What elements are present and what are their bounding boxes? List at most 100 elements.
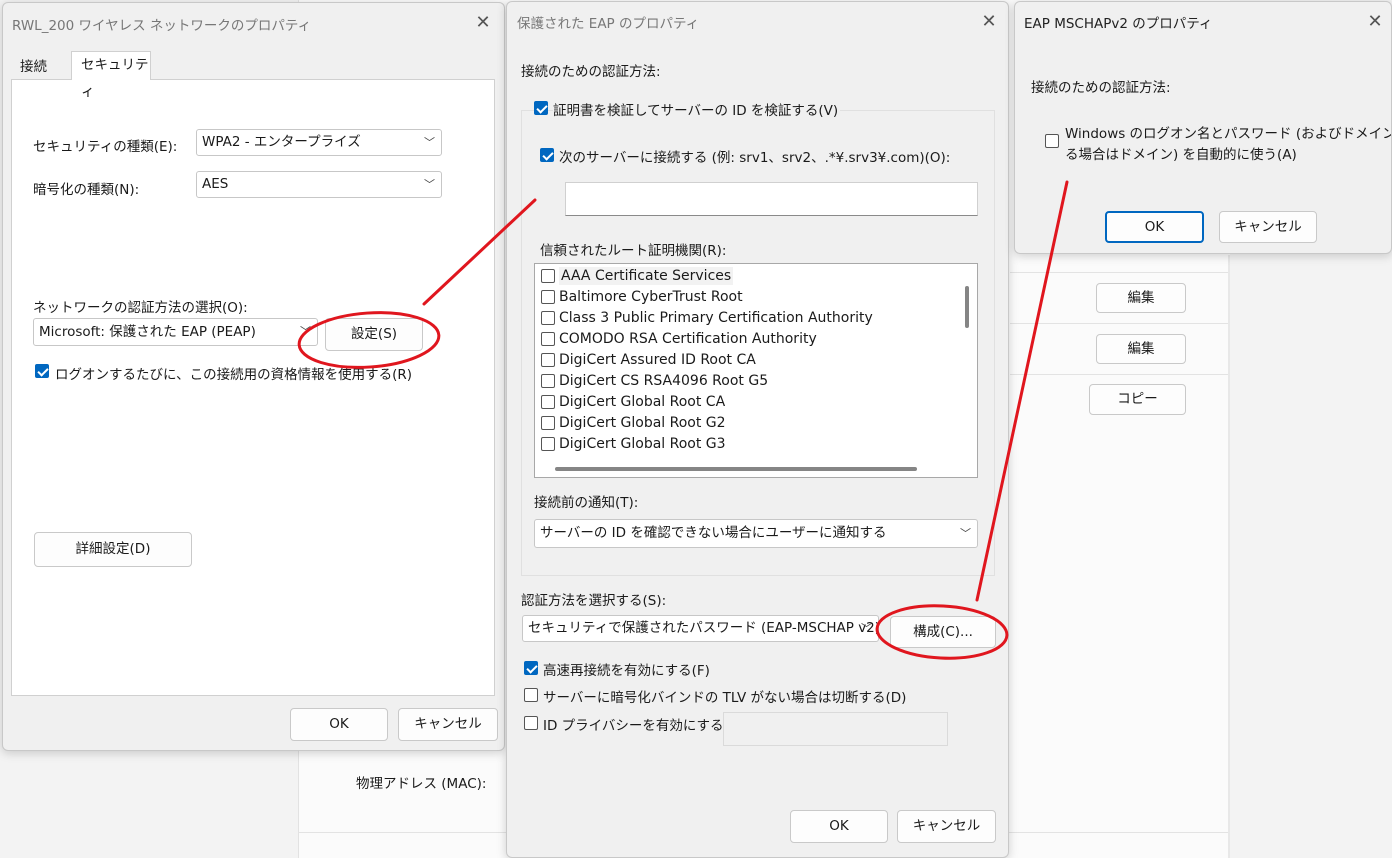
auth-method-select[interactable]: Microsoft: 保護された EAP (PEAP) ﹀ [33, 318, 318, 346]
window-title: RWL_200 ワイヤレス ネットワークのプロパティ [12, 18, 312, 34]
chevron-down-icon: ﹀ [861, 622, 872, 635]
root-ca-list[interactable]: AAA Certificate Services Baltimore Cyber… [534, 263, 978, 478]
disconnect-tlv-checkbox[interactable] [524, 688, 538, 702]
checkbox[interactable] [541, 269, 555, 283]
window-title: 保護された EAP のプロパティ [517, 16, 700, 32]
remember-credentials-label: ログオンするたびに、この接続用の資格情報を使用する(R) [55, 367, 413, 383]
checkbox[interactable] [541, 416, 555, 430]
checkbox[interactable] [541, 437, 555, 451]
checkbox[interactable] [541, 395, 555, 409]
window-title: EAP MSCHAPv2 のプロパティ [1024, 16, 1213, 32]
notify-select[interactable]: サーバーの ID を確認できない場合にユーザーに通知する ﹀ [534, 519, 978, 548]
list-item-label: Baltimore CyberTrust Root [559, 289, 743, 305]
list-item[interactable]: DigiCert Assured ID Root CA [535, 350, 955, 371]
remember-credentials-checkbox[interactable] [35, 364, 49, 378]
chevron-down-icon: ﹀ [424, 178, 435, 191]
background-mac-label: 物理アドレス (MAC): [356, 776, 487, 792]
checkbox[interactable] [541, 353, 555, 367]
tab-connection[interactable]: 接続 [11, 53, 69, 79]
auto-logon-checkbox[interactable] [1045, 134, 1059, 148]
title-bar: EAP MSCHAPv2 のプロパティ ✕ [1015, 2, 1391, 42]
checkbox[interactable] [541, 311, 555, 325]
list-item-label: DigiCert CS RSA4096 Root G5 [559, 373, 769, 389]
tab-security[interactable]: セキュリティ [71, 51, 151, 100]
root-ca-items: AAA Certificate Services Baltimore Cyber… [535, 266, 955, 455]
scrollbar-thumb[interactable] [965, 286, 969, 328]
checkbox[interactable] [541, 332, 555, 346]
list-item-label: DigiCert Global Root G3 [559, 436, 726, 452]
ok-button[interactable]: OK [790, 810, 888, 843]
fast-reconnect-checkbox[interactable] [524, 661, 538, 675]
checkbox[interactable] [541, 374, 555, 388]
close-icon[interactable]: ✕ [977, 10, 1001, 34]
disconnect-tlv-label: サーバーに暗号化バインドの TLV がない場合は切断する(D) [543, 690, 907, 706]
security-type-label: セキュリティの種類(E): [33, 139, 178, 155]
chevron-down-icon: ﹀ [424, 136, 435, 149]
settings-button[interactable]: 設定(S) [325, 318, 423, 351]
list-item-label: Class 3 Public Primary Certification Aut… [559, 310, 873, 326]
ok-button[interactable]: OK [1105, 211, 1204, 243]
ok-button[interactable]: OK [290, 708, 388, 741]
auth-select-label: 認証方法を選択する(S): [521, 593, 667, 609]
encryption-type-select[interactable]: AES ﹀ [196, 171, 442, 198]
notify-label: 接続前の通知(T): [534, 495, 639, 511]
title-bar: 保護された EAP のプロパティ ✕ [507, 2, 1008, 42]
list-item-label: DigiCert Global Root G2 [559, 415, 726, 431]
list-item-label: DigiCert Global Root CA [559, 394, 726, 410]
background-row-divider [1010, 374, 1230, 375]
background-copy-button[interactable]: コピー [1089, 384, 1186, 415]
advanced-settings-button[interactable]: 詳細設定(D) [34, 532, 192, 567]
list-item[interactable]: DigiCert CS RSA4096 Root G5 [535, 371, 955, 392]
list-item-label: AAA Certificate Services [559, 267, 734, 285]
root-ca-label: 信頼されたルート証明機関(R): [540, 243, 727, 259]
vertical-scrollbar[interactable] [959, 264, 977, 477]
identity-privacy-label: ID プライバシーを有効にする(I) [543, 718, 739, 734]
close-icon[interactable]: ✕ [471, 11, 495, 35]
background-row-divider [1010, 323, 1230, 324]
list-item[interactable]: AAA Certificate Services [535, 266, 955, 287]
cancel-button[interactable]: キャンセル [897, 810, 996, 843]
auth-select[interactable]: セキュリティで保護されたパスワード (EAP-MSCHAP v2) ﹀ [522, 615, 879, 642]
mschapv2-properties-window: EAP MSCHAPv2 のプロパティ ✕ 接続のための認証方法: Window… [1014, 1, 1392, 254]
identity-privacy-input[interactable] [723, 712, 948, 746]
servers-input[interactable] [565, 182, 978, 216]
background-scroll-edge [1228, 255, 1230, 858]
auth-method-label: ネットワークの認証方法の選択(O): [33, 300, 248, 316]
auto-logon-label-line2: る場合はドメイン) を自動的に使う(A) [1065, 147, 1297, 163]
encryption-type-label: 暗号化の種類(N): [33, 182, 140, 198]
configure-button[interactable]: 構成(C)... [890, 616, 996, 648]
list-item[interactable]: COMODO RSA Certification Authority [535, 329, 955, 350]
verify-cert-label: 証明書を検証してサーバーの ID を検証する(V) [553, 99, 841, 119]
list-item[interactable]: Baltimore CyberTrust Root [535, 287, 955, 308]
close-icon[interactable]: ✕ [1363, 10, 1387, 34]
checkbox[interactable] [541, 290, 555, 304]
tab-label: 接続 [20, 59, 47, 75]
identity-privacy-checkbox[interactable] [524, 716, 538, 730]
verify-cert-checkbox[interactable] [534, 101, 548, 115]
select-value: AES [202, 176, 229, 192]
list-item[interactable]: Class 3 Public Primary Certification Aut… [535, 308, 955, 329]
security-type-select[interactable]: WPA2 - エンタープライズ ﹀ [196, 129, 442, 156]
title-bar: RWL_200 ワイヤレス ネットワークのプロパティ ✕ [3, 3, 504, 43]
horizontal-scrollbar[interactable] [535, 460, 959, 477]
chevron-down-icon: ﹀ [300, 325, 311, 338]
cancel-button[interactable]: キャンセル [1219, 211, 1317, 243]
scrollbar-thumb[interactable] [555, 467, 917, 471]
background-edit-button-2[interactable]: 編集 [1096, 334, 1186, 364]
background-edit-button-1[interactable]: 編集 [1096, 283, 1186, 313]
list-item-label: DigiCert Assured ID Root CA [559, 352, 756, 368]
list-item[interactable]: DigiCert Global Root G3 [535, 434, 955, 455]
select-value: サーバーの ID を確認できない場合にユーザーに通知する [540, 525, 887, 541]
list-item[interactable]: DigiCert Global Root CA [535, 392, 955, 413]
connect-servers-label: 次のサーバーに接続する (例: srv1、srv2、.*¥.srv3¥.com)… [559, 150, 951, 166]
select-value: セキュリティで保護されたパスワード (EAP-MSCHAP v2) [528, 620, 879, 636]
select-value: WPA2 - エンタープライズ [202, 134, 361, 150]
fast-reconnect-label: 高速再接続を有効にする(F) [543, 663, 710, 679]
chevron-down-icon: ﹀ [960, 527, 971, 540]
list-item[interactable]: DigiCert Global Root G2 [535, 413, 955, 434]
connect-servers-checkbox[interactable] [540, 148, 554, 162]
cancel-button[interactable]: キャンセル [398, 708, 498, 741]
wireless-properties-window: RWL_200 ワイヤレス ネットワークのプロパティ ✕ 接続 セキュリティ セ… [2, 2, 505, 751]
connect-auth-section-label: 接続のための認証方法: [521, 64, 661, 80]
protected-eap-properties-window: 保護された EAP のプロパティ ✕ 接続のための認証方法: 証明書を検証してサ… [506, 1, 1009, 858]
